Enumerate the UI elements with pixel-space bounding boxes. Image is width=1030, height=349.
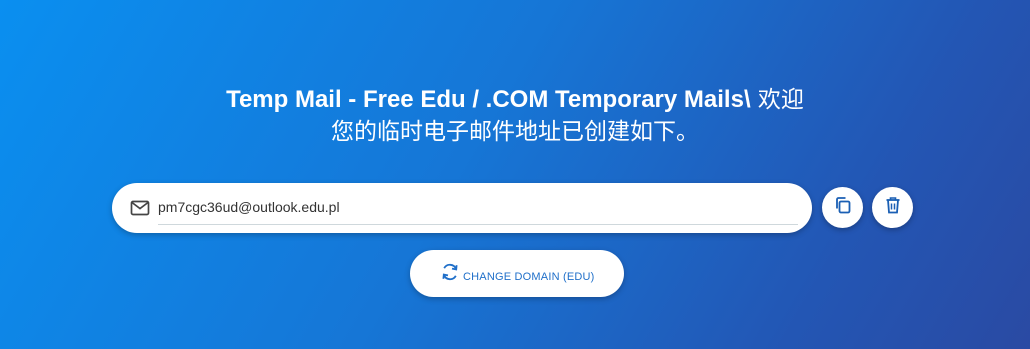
email-address-value[interactable]: pm7cgc36ud@outlook.edu.pl xyxy=(158,199,340,215)
change-domain-label: CHANGE DOMAIN (EDU) xyxy=(463,271,595,283)
email-address-box: pm7cgc36ud@outlook.edu.pl xyxy=(112,183,812,233)
trash-icon xyxy=(883,195,903,220)
copy-icon xyxy=(833,195,853,220)
page-title: Temp Mail - Free Edu / .COM Temporary Ma… xyxy=(0,84,1030,148)
page-subtitle: 您的临时电子邮件地址已创建如下。 xyxy=(331,119,699,145)
page-title-welcome: 欢迎 xyxy=(750,87,804,113)
copy-button[interactable] xyxy=(822,187,863,228)
envelope-icon xyxy=(130,199,150,217)
change-domain-button[interactable]: CHANGE DOMAIN (EDU) xyxy=(410,250,624,297)
page-title-main: Temp Mail - Free Edu / .COM Temporary Ma… xyxy=(226,86,751,113)
email-address-field[interactable]: pm7cgc36ud@outlook.edu.pl xyxy=(158,191,798,225)
delete-button[interactable] xyxy=(872,187,913,228)
refresh-icon xyxy=(440,262,460,282)
hero-section: Temp Mail - Free Edu / .COM Temporary Ma… xyxy=(0,0,1030,349)
